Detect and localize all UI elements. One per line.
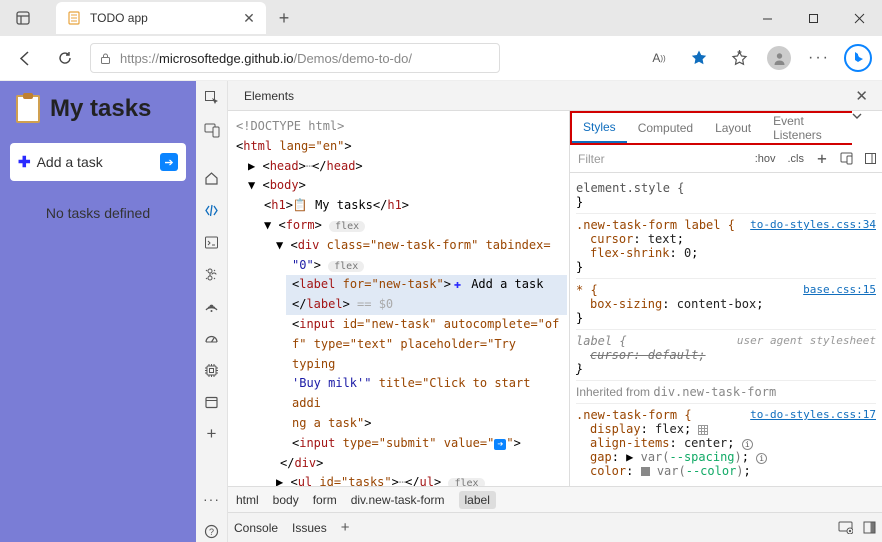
drawer-dock-icon[interactable] — [863, 521, 876, 534]
collections-button[interactable] — [724, 43, 754, 73]
memory-icon[interactable] — [201, 359, 223, 381]
clipboard-icon — [16, 95, 40, 123]
more-tools-icon[interactable]: ··· — [201, 488, 223, 510]
tab-title: TODO app — [90, 11, 234, 25]
css-link[interactable]: base.css:15 — [803, 283, 876, 296]
tab-layout[interactable]: Layout — [704, 113, 762, 143]
drawer-console[interactable]: Console — [234, 521, 278, 535]
help-icon[interactable]: ? — [201, 520, 223, 542]
window-controls — [744, 0, 882, 36]
styles-rules: element.style {} to-do-styles.css:34 .ne… — [570, 173, 882, 486]
styles-tabs: Styles Computed Layout Event Listeners — [570, 111, 852, 145]
application-icon[interactable] — [201, 391, 223, 413]
welcome-icon[interactable] — [201, 167, 223, 189]
app-pane: My tasks ✚ Add a task ➔ No tasks defined — [0, 80, 196, 542]
performance-icon[interactable] — [201, 327, 223, 349]
refresh-button[interactable] — [50, 43, 80, 73]
drawer-issues[interactable]: Issues — [292, 521, 327, 535]
new-rule-icon[interactable]: + — [810, 149, 834, 168]
css-link[interactable]: to-do-styles.css:17 — [750, 408, 876, 421]
dom-tree[interactable]: <!DOCTYPE html> <html lang="en"> ▶ <head… — [228, 111, 570, 486]
profile-button[interactable] — [764, 43, 794, 73]
device-icon[interactable] — [201, 119, 223, 141]
add-tool-icon[interactable]: + — [201, 423, 223, 445]
maximize-button[interactable] — [790, 0, 836, 36]
titlebar: TODO app ✕ + — [0, 0, 882, 36]
empty-state: No tasks defined — [0, 187, 196, 221]
browser-toolbar: https://microsoftedge.github.io/Demos/de… — [0, 36, 882, 80]
inspect-icon[interactable] — [201, 87, 223, 109]
plus-icon: ✚ — [18, 153, 31, 171]
add-task-label: Add a task — [37, 154, 154, 170]
url-path: /Demos/demo-to-do/ — [293, 51, 412, 66]
add-task-input[interactable]: ✚ Add a task ➔ — [10, 143, 186, 181]
crumb[interactable]: body — [273, 493, 299, 507]
device-styles-icon[interactable] — [834, 152, 858, 165]
app-title-text: My tasks — [50, 95, 151, 123]
devtools-drawer: Console Issues + — [228, 512, 882, 542]
crumb[interactable]: div.new-task-form — [351, 493, 445, 507]
filter-input[interactable]: Filter — [570, 152, 749, 166]
svg-text:?: ? — [209, 527, 214, 537]
activity-bar: + ··· ? — [196, 81, 228, 542]
sources-icon[interactable] — [201, 263, 223, 285]
devtools-close-icon[interactable]: ✕ — [849, 87, 874, 105]
styles-pane: Styles Computed Layout Event Listeners F… — [570, 111, 882, 486]
tab-favicon — [66, 10, 82, 26]
console-icon[interactable] — [201, 231, 223, 253]
elements-icon[interactable] — [201, 199, 223, 221]
drawer-add-icon[interactable]: + — [341, 519, 350, 536]
url-protocol: https:// — [120, 51, 159, 66]
computed-sidebar-icon[interactable] — [858, 152, 882, 165]
devtools: + ··· ? Elements ✕ <!DOCTYPE html> <html… — [196, 80, 882, 542]
reader-button[interactable]: A)) — [644, 43, 674, 73]
tab-styles[interactable]: Styles — [572, 113, 627, 143]
tab-computed[interactable]: Computed — [627, 113, 704, 143]
address-bar[interactable]: https://microsoftedge.github.io/Demos/de… — [90, 43, 500, 73]
close-window-button[interactable] — [836, 0, 882, 36]
submit-arrow-icon[interactable]: ➔ — [160, 153, 178, 171]
tab-event-listeners[interactable]: Event Listeners — [762, 113, 852, 143]
back-button[interactable] — [10, 43, 40, 73]
more-button[interactable]: ··· — [804, 43, 834, 73]
styles-toolbar: Filter :hov .cls + — [570, 145, 882, 173]
close-tab-icon[interactable]: ✕ — [242, 11, 256, 25]
dom-doctype: <!DOCTYPE html> — [236, 117, 561, 137]
hov-toggle[interactable]: :hov — [749, 153, 782, 165]
new-tab-button[interactable]: + — [270, 4, 298, 32]
bing-chat-icon[interactable] — [844, 44, 872, 72]
cls-toggle[interactable]: .cls — [782, 153, 811, 165]
browser-tab[interactable]: TODO app ✕ — [56, 2, 266, 34]
app-title: My tasks — [0, 81, 196, 137]
elements-tab[interactable]: Elements — [236, 83, 302, 109]
favorite-button[interactable] — [684, 43, 714, 73]
browser-menu-icon[interactable] — [14, 9, 32, 27]
crumb[interactable]: html — [236, 493, 259, 507]
minimize-button[interactable] — [744, 0, 790, 36]
more-tabs-button[interactable] — [852, 111, 882, 145]
lock-icon — [99, 52, 112, 65]
network-icon[interactable] — [201, 295, 223, 317]
url-domain: microsoftedge.github.io — [159, 51, 293, 66]
drawer-errors-icon[interactable] — [838, 521, 853, 534]
css-link[interactable]: to-do-styles.css:34 — [750, 218, 876, 231]
devtools-header: Elements ✕ — [228, 81, 882, 111]
crumb[interactable]: form — [313, 493, 337, 507]
dom-breadcrumb[interactable]: html body form div.new-task-form label — [228, 486, 882, 512]
crumb-selected[interactable]: label — [459, 491, 496, 509]
